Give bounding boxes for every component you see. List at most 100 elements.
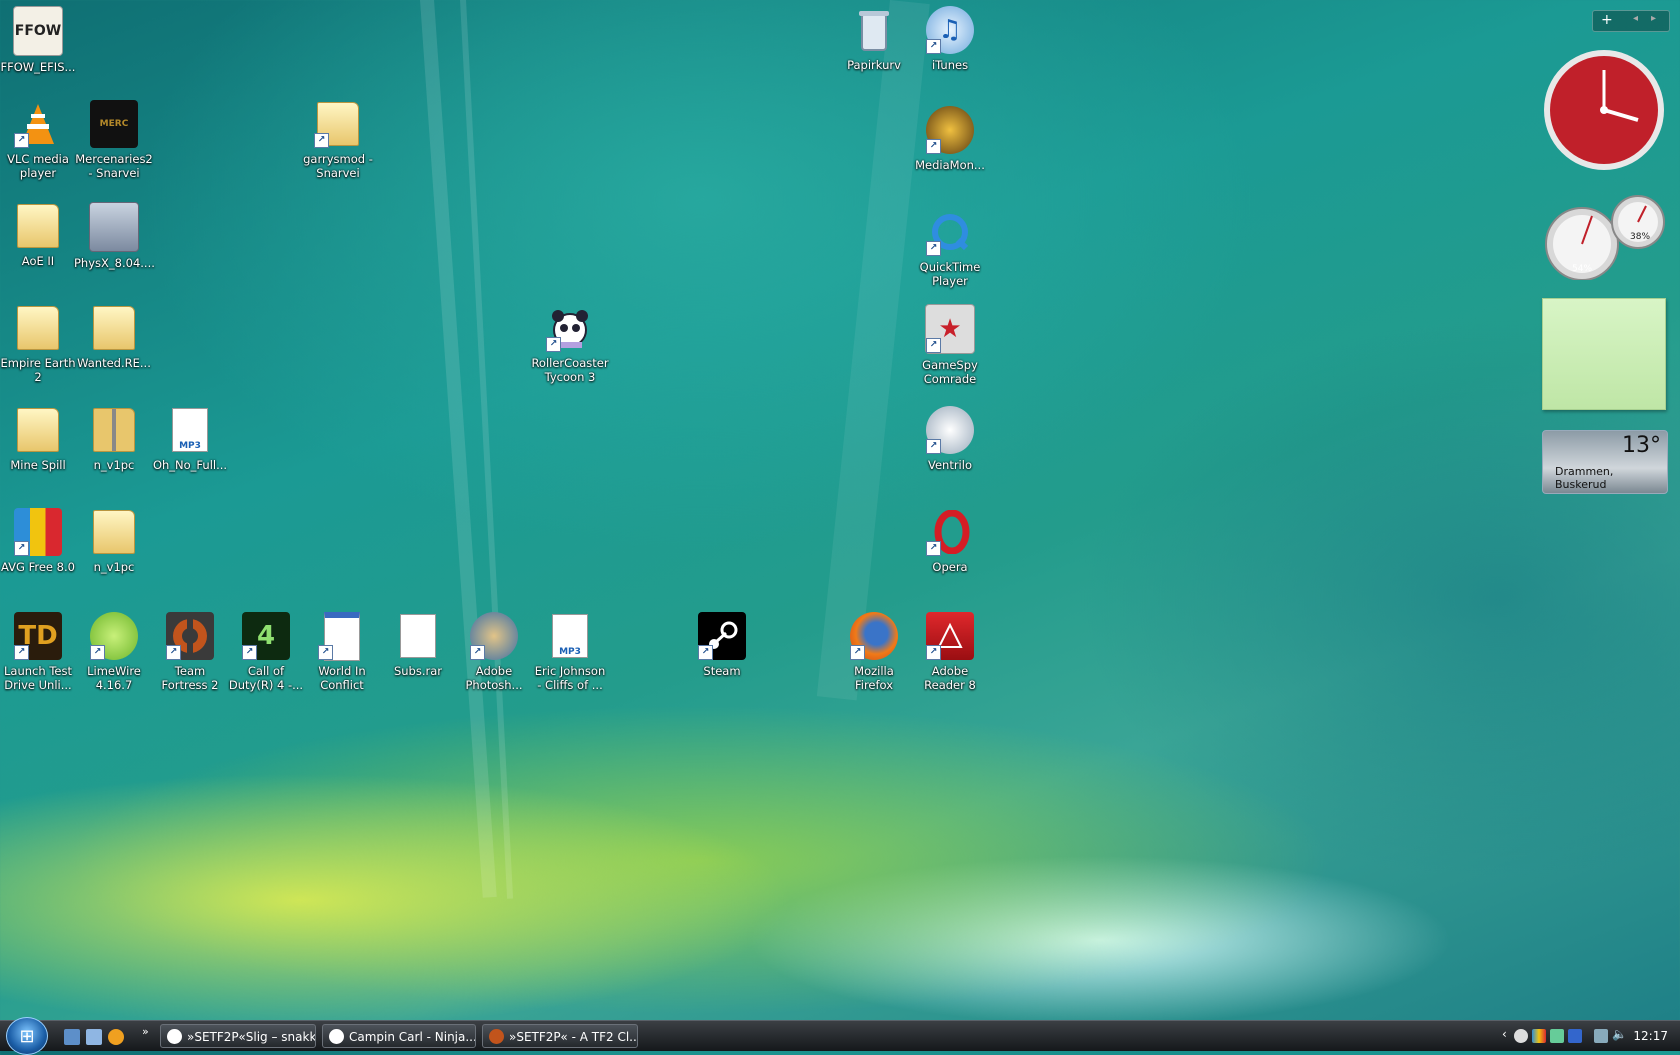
shortcut-arrow-icon: ↗ — [166, 645, 181, 660]
desktop-icon-itunes[interactable]: ♫ ↗ iTunes — [912, 6, 988, 72]
desktop-icon-oh-no[interactable]: MP3 Oh_No_Full... — [152, 406, 228, 472]
icon-label: AoE II — [21, 254, 55, 268]
desktop-icon-mine-spill[interactable]: Mine Spill — [0, 406, 76, 472]
steam-icon: ↗ — [698, 612, 746, 660]
media-player-icon[interactable] — [108, 1029, 124, 1045]
desktop-icon-world-in-conflict[interactable]: ↗ World In Conflict — [304, 611, 380, 692]
desktop-icon-physx[interactable]: PhysX_8.04.... — [74, 202, 155, 270]
icon-label: iTunes — [931, 58, 969, 72]
shortcut-arrow-icon: ↗ — [926, 241, 941, 256]
switch-windows-icon[interactable] — [86, 1029, 102, 1045]
desktop-icon-cod4[interactable]: 4 ↗ Call of Duty(R) 4 -... — [228, 612, 304, 692]
desktop-icon-ventrilo[interactable]: ↗ Ventrilo — [912, 406, 988, 472]
taskbar-button-label: Campin Carl - Ninja... — [349, 1030, 476, 1044]
desktop-icon-subs[interactable]: Subs.rar — [380, 612, 456, 678]
icon-label: AVG Free 8.0 — [1, 560, 75, 574]
weather-gadget[interactable]: 13° Drammen, Buskerud — [1542, 430, 1668, 494]
ventrilo-icon: ↗ — [926, 406, 974, 454]
desktop-icon-firefox[interactable]: ↗ Mozilla Firefox — [836, 612, 912, 692]
shortcut-arrow-icon: ↗ — [14, 645, 29, 660]
desktop-icon-rollercoaster[interactable]: ↗ RollerCoaster Tycoon 3 — [531, 304, 609, 384]
desktop-icon-gamespy[interactable]: ★ ↗ GameSpy Comrade — [912, 304, 988, 386]
icon-label: Launch Test Drive Unli... — [4, 664, 72, 692]
steam-tray-icon[interactable] — [1514, 1029, 1528, 1043]
avg-tray-icon[interactable] — [1532, 1029, 1546, 1043]
installer-icon — [89, 202, 139, 252]
icon-label: RollerCoaster Tycoon 3 — [531, 356, 609, 384]
start-button[interactable]: ⊞ — [6, 1017, 48, 1055]
icon-label: LimeWire 4.16.7 — [87, 664, 141, 692]
icon-label: Eric Johnson - Cliffs of ... — [534, 664, 606, 692]
ventrilo-tray-icon[interactable] — [1568, 1029, 1582, 1043]
desktop-icon-steam[interactable]: ↗ Steam — [684, 612, 760, 678]
desktop-icon-photoshop[interactable]: ↗ Adobe Photosh... — [456, 612, 532, 692]
taskbar-button-1[interactable]: »SETF2P«Slig – snakk — [160, 1024, 316, 1048]
sidebar-controls: + ◂ ▸ — [1592, 10, 1670, 32]
desktop-icon-garrysmod[interactable]: ↗ garrysmod - Snarvei — [300, 100, 376, 180]
opera-icon: ↗ — [926, 508, 974, 556]
icon-label: garrysmod - Snarvei — [303, 152, 373, 180]
show-desktop-icon[interactable] — [64, 1029, 80, 1045]
shortcut-arrow-icon: ↗ — [546, 337, 561, 352]
desktop-icon-adobe-reader[interactable]: ↗ Adobe Reader 8 — [912, 612, 988, 692]
photoshop-icon: ↗ — [470, 612, 518, 660]
mp3-file-icon: MP3 — [166, 406, 214, 454]
taskbar-button-2[interactable]: Campin Carl - Ninja... — [322, 1024, 476, 1048]
folder-icon: ↗ — [314, 100, 362, 148]
icon-label: QuickTime Player — [919, 260, 981, 288]
desktop-icon-mediamonkey[interactable]: ↗ MediaMon... — [912, 106, 988, 172]
cod4-icon: 4 ↗ — [242, 612, 290, 660]
quicktime-icon: ↗ — [926, 208, 974, 256]
shortcut-arrow-icon: ↗ — [926, 439, 941, 454]
taskbar-button-label: »SETF2P« - A TF2 Cl... — [509, 1030, 638, 1044]
quicklaunch-overflow-icon[interactable]: » — [142, 1025, 149, 1038]
folder-icon — [14, 304, 62, 352]
icon-label: MediaMon... — [915, 158, 985, 172]
desktop-icon-launch-test-drive[interactable]: TD ↗ Launch Test Drive Unli... — [0, 612, 76, 692]
test-drive-icon: TD ↗ — [14, 612, 62, 660]
desktop-icon-n-v1pc-zip[interactable]: n_v1pc — [76, 406, 152, 472]
add-gadget-icon[interactable]: + — [1601, 12, 1613, 28]
desktop-icon-aoe[interactable]: AoE II — [0, 202, 76, 268]
desktop-icon-vlc[interactable]: ↗ VLC media player — [0, 100, 76, 180]
network-tray-icon[interactable] — [1594, 1029, 1608, 1043]
desktop-icon-ffow[interactable]: FFOW FFOW_EFIS... — [0, 6, 76, 74]
desktop-icon-n-v1pc-folder[interactable]: n_v1pc — [76, 508, 152, 574]
windows-logo-icon: ⊞ — [19, 1025, 35, 1047]
application-icon: ↗ — [318, 611, 366, 661]
mercenaries-icon: MERC — [90, 100, 138, 148]
notes-gadget[interactable] — [1542, 298, 1666, 410]
desktop-icon-quicktime[interactable]: ↗ QuickTime Player — [912, 208, 988, 288]
desktop-icon-tf2[interactable]: ↗ Team Fortress 2 — [152, 612, 228, 692]
tray-expand-icon[interactable]: ‹ — [1502, 1027, 1507, 1041]
desktop-icon-mercenaries[interactable]: MERC Mercenaries2 - Snarvei — [75, 100, 153, 180]
cpu-percent: 54% — [1572, 264, 1593, 274]
desktop-icon-wanted[interactable]: Wanted.RE... — [76, 304, 152, 370]
desktop-icon-recycle-bin[interactable]: Papirkurv — [836, 6, 912, 72]
desktop-icon-eric-johnson[interactable]: MP3 Eric Johnson - Cliffs of ... — [532, 612, 608, 692]
icon-label: Call of Duty(R) 4 -... — [228, 664, 304, 692]
next-gadget-icon[interactable]: ▸ — [1651, 13, 1656, 24]
desktop-icon-avg[interactable]: ↗ AVG Free 8.0 — [0, 508, 76, 574]
folder-icon — [14, 202, 62, 250]
icon-label: GameSpy Comrade — [922, 358, 978, 386]
icon-label: Adobe Reader 8 — [924, 664, 976, 692]
desktop-icon-opera[interactable]: ↗ Opera — [912, 508, 988, 574]
desktop-icon-limewire[interactable]: ↗ LimeWire 4.16.7 — [76, 612, 152, 692]
desktop-icon-empire-earth[interactable]: Empire Earth 2 — [0, 304, 76, 384]
taskbar-clock[interactable]: 12:17 — [1633, 1029, 1668, 1043]
prev-gadget-icon[interactable]: ◂ — [1633, 13, 1638, 24]
shortcut-arrow-icon: ↗ — [926, 139, 941, 154]
shortcut-arrow-icon: ↗ — [314, 133, 329, 148]
shortcut-arrow-icon: ↗ — [242, 645, 257, 660]
cpu-meter-gadget[interactable]: 54% 38% — [1542, 190, 1668, 281]
shortcut-arrow-icon: ↗ — [90, 645, 105, 660]
icon-label: n_v1pc — [93, 560, 135, 574]
icon-label: Papirkurv — [847, 58, 901, 72]
shortcut-arrow-icon: ↗ — [14, 133, 29, 148]
volume-icon[interactable]: 🔈 — [1612, 1027, 1627, 1041]
app-tray-icon[interactable] — [1550, 1029, 1564, 1043]
icon-label: Oh_No_Full... — [152, 458, 228, 472]
taskbar-button-3[interactable]: »SETF2P« - A TF2 Cl... — [482, 1024, 638, 1048]
clock-gadget[interactable] — [1542, 48, 1666, 176]
